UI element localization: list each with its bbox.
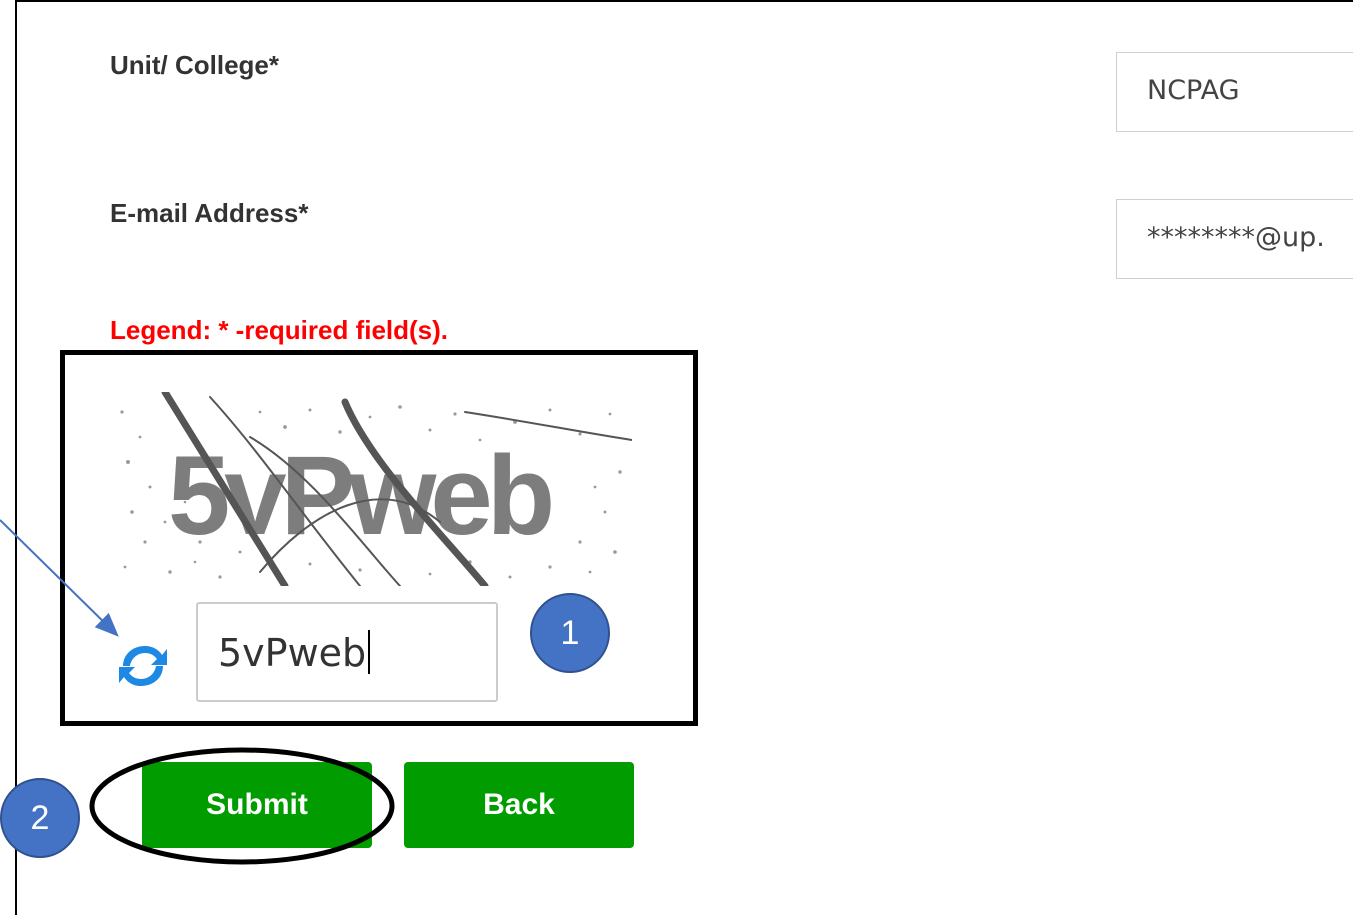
email-label: E-mail Address* <box>110 198 309 228</box>
unit-college-label: Unit/ College* <box>110 50 280 80</box>
captcha-input-value: 5vPweb <box>218 631 367 675</box>
captcha-input[interactable]: 5vPweb <box>196 602 498 702</box>
back-button[interactable]: Back <box>404 762 634 848</box>
required-legend: Legend: * -required field(s). <box>110 315 449 345</box>
refresh-icon[interactable] <box>115 638 171 694</box>
unit-college-field[interactable]: NCPAG <box>1116 52 1353 132</box>
email-field[interactable]: ********@up. <box>1116 199 1353 279</box>
captcha-image: 5vPweb <box>110 392 632 586</box>
text-caret <box>368 630 371 674</box>
submit-button[interactable]: Submit <box>142 762 372 848</box>
step-2-badge: 2 <box>0 778 80 858</box>
page: Unit/ College* NCPAG E-mail Address* ***… <box>0 0 1353 915</box>
step-1-badge: 1 <box>530 593 610 673</box>
